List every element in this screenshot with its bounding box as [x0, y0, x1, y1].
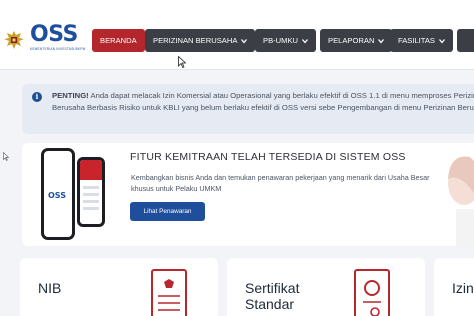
nav-perizinan-berusaha[interactable]: PERIZINAN BERUSAHA	[145, 29, 256, 52]
card-title: NIB	[38, 280, 62, 296]
nav-pb-umku[interactable]: PB-UMKU	[255, 29, 317, 52]
nav-label: PB-UMKU	[263, 36, 299, 45]
phone-content-line	[83, 200, 99, 203]
alert-strong: PENTING!	[52, 91, 89, 100]
mouse-cursor-icon	[3, 152, 9, 161]
chevron-down-icon	[241, 39, 248, 44]
garuda-emblem-icon	[4, 31, 24, 49]
card-title: Sertifikat Standar	[245, 280, 300, 312]
chevron-down-icon	[378, 39, 385, 44]
feature-description: Kembangkan bisnis Anda dan temukan penaw…	[131, 173, 430, 194]
oss-dashboard: OSS KEMENTERIAN INVESTASI/BKPM BERANDA P…	[0, 0, 474, 316]
nav-beranda[interactable]: BERANDA	[92, 29, 145, 52]
phone-content-line	[83, 186, 99, 189]
document-seal-icon	[151, 269, 187, 316]
card-nib[interactable]: NIB	[20, 258, 218, 316]
alert-body: Anda dapat melacak Izin Komersial atau O…	[52, 91, 474, 112]
top-navigation-bar: OSS KEMENTERIAN INVESTASI/BKPM BERANDA P…	[0, 0, 474, 70]
alert-message: PENTING! Anda dapat melacak Izin Komersi…	[52, 90, 474, 113]
logo-subtext: KEMENTERIAN INVESTASI/BKPM	[30, 47, 86, 51]
chevron-down-icon	[439, 39, 445, 44]
nav-fasilitas[interactable]: FASILITAS	[390, 29, 453, 52]
phone-header-band	[80, 160, 102, 180]
chevron-down-icon	[302, 39, 309, 44]
card-title: Izin	[452, 280, 474, 296]
nav-label: BERANDA	[100, 36, 137, 45]
oss-logo[interactable]: OSS KEMENTERIAN INVESTASI/BKPM	[30, 22, 86, 52]
certificate-icon	[354, 269, 390, 316]
card-sertifikat-standar[interactable]: Sertifikat Standar	[227, 258, 425, 316]
phone-logo: OSS	[48, 191, 66, 200]
info-icon: i	[32, 92, 42, 102]
mouse-cursor-icon	[178, 56, 186, 68]
nav-label: PELAPORAN	[328, 36, 375, 45]
phone-content-line	[83, 193, 99, 196]
phone-content-line	[83, 207, 99, 210]
phone-mockup-front	[77, 157, 105, 227]
logo-text: OSS	[30, 22, 78, 47]
nav-pelaporan[interactable]: PELAPORAN	[320, 29, 393, 52]
nav-overflow-item[interactable]	[457, 29, 474, 52]
lihat-penawaran-button[interactable]: Lihat Penawaran	[130, 202, 205, 221]
card-izin[interactable]: Izin	[434, 258, 474, 316]
info-alert: i PENTING! Anda dapat melacak Izin Komer…	[22, 84, 474, 134]
nav-label: PERIZINAN BERUSAHA	[153, 36, 238, 45]
person-photo	[430, 143, 474, 246]
phone-mockup-back: OSS	[41, 148, 75, 240]
feature-title: FITUR KEMITRAAN TELAH TERSEDIA DI SISTEM…	[130, 151, 406, 163]
nav-label: FASILITAS	[398, 36, 435, 45]
